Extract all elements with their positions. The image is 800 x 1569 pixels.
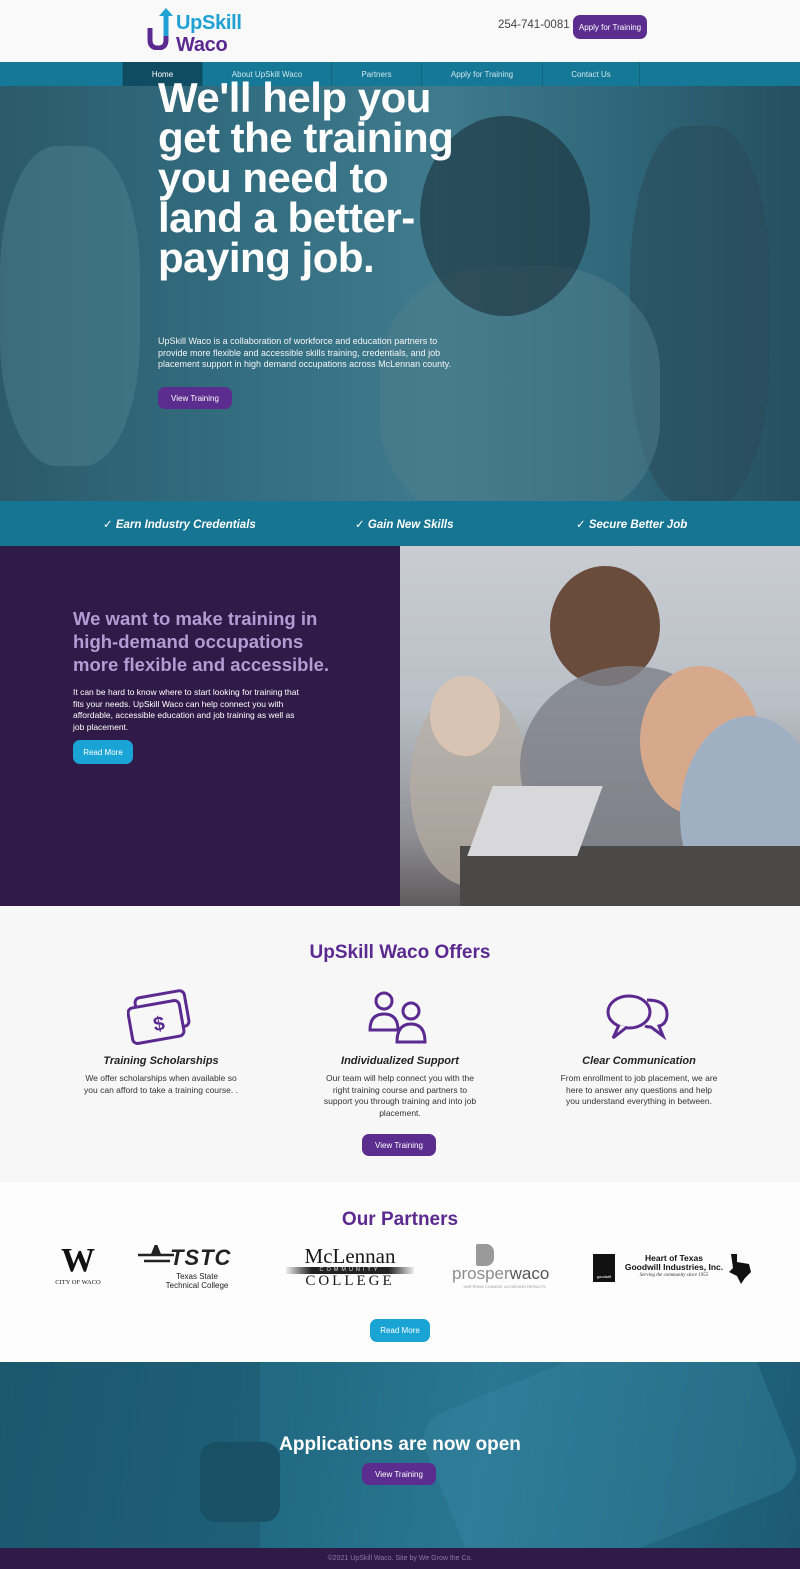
texas-map-icon xyxy=(729,1254,751,1284)
partner-logo-goodwill[interactable]: goodwill Heart of Texas Goodwill Industr… xyxy=(593,1252,753,1288)
logo-text-upskill: UpSkill xyxy=(176,12,242,34)
hero-description: UpSkill Waco is a collaboration of workf… xyxy=(158,336,452,369)
goodwill-line-2: Goodwill Industries, Inc. xyxy=(624,1262,724,1272)
apply-for-training-button[interactable]: Apply for Training xyxy=(573,15,647,39)
partner-logo-city-of-waco[interactable]: W CITY OF WACO xyxy=(50,1244,106,1290)
goodwill-badge: goodwill xyxy=(593,1254,615,1282)
waco-w-mark: W xyxy=(61,1242,95,1279)
tstc-caption-2: Technical College xyxy=(165,1281,229,1290)
phone-number[interactable]: 254-741-0081 xyxy=(498,19,570,31)
footer: ©2021 UpSkill Waco. Site by We Grow the … xyxy=(0,1548,800,1569)
hero-view-training-button[interactable]: View Training xyxy=(158,387,232,409)
about-text: It can be hard to know where to start lo… xyxy=(73,687,299,732)
offer-text-scholarships: We offer scholarships when available so … xyxy=(84,1073,238,1095)
benefit-skills: ✓ Gain New Skills xyxy=(355,518,454,531)
about-title: We want to make training in high-demand … xyxy=(73,608,330,675)
nav-item-contact[interactable]: Contact Us xyxy=(542,62,640,86)
money-bills-icon: $ xyxy=(127,989,191,1045)
people-icon xyxy=(368,991,427,1044)
waco-caption: CITY OF WACO xyxy=(55,1279,101,1286)
offer-heading-communication: Clear Communication xyxy=(582,1055,696,1067)
photo-shape xyxy=(430,676,500,756)
chat-bubbles-icon xyxy=(606,994,669,1041)
partner-logo-tstc[interactable]: TSTC Texas State Technical College xyxy=(136,1241,244,1293)
about-photo xyxy=(400,546,800,906)
mclennan-college: COLLEGE xyxy=(305,1273,395,1289)
partners-read-more-button[interactable]: Read More xyxy=(370,1319,430,1342)
offer-heading-scholarships: Training Scholarships xyxy=(103,1055,219,1067)
offer-text-communication: From enrollment to job placement, we are… xyxy=(560,1073,718,1106)
partners-title: Our Partners xyxy=(341,1209,459,1230)
prosper-tagline: INSPIRING CHANGE. ACHIEVING RESULTS. xyxy=(463,1284,547,1289)
offer-heading-support: Individualized Support xyxy=(341,1055,459,1067)
tstc-mark: TSTC xyxy=(170,1245,232,1270)
footer-text: ©2021 UpSkill Waco. Site by We Grow the … xyxy=(327,1555,473,1562)
cta-title: Applications are now open xyxy=(279,1434,521,1455)
prosper-word-2: waco xyxy=(509,1264,550,1283)
site-logo[interactable]: UpSkill Waco xyxy=(146,6,256,56)
hero-bg-shape xyxy=(0,146,140,466)
prosper-p-icon xyxy=(476,1244,494,1266)
logo-text-waco: Waco xyxy=(176,34,228,56)
goodwill-tagline: Serving the community since 1955 xyxy=(639,1273,709,1278)
offers-title: UpSkill Waco Offers xyxy=(309,942,491,963)
page: UpSkill Waco 254-741-0081 Apply for Trai… xyxy=(0,0,800,1569)
partner-logo-prosper-waco[interactable]: prosperwaco INSPIRING CHANGE. ACHIEVING … xyxy=(450,1244,560,1292)
about-read-more-button[interactable]: Read More xyxy=(73,740,133,764)
tstc-caption-1: Texas State xyxy=(176,1272,218,1281)
offers-view-training-button[interactable]: View Training xyxy=(362,1134,436,1156)
up-arrow-u-icon xyxy=(147,8,173,50)
prosper-word: prosperwaco xyxy=(452,1264,549,1284)
hero-title: We'll help you get the training you need… xyxy=(158,74,454,281)
cta-view-training-button[interactable]: View Training xyxy=(362,1463,436,1485)
prosper-word-1: prosper xyxy=(452,1264,510,1283)
offer-text-support: Our team will help connect you with the … xyxy=(323,1073,477,1118)
mclennan-name: McLennan xyxy=(304,1244,396,1268)
top-header: UpSkill Waco 254-741-0081 Apply for Trai… xyxy=(0,0,800,62)
benefits-bar: ✓ Earn Industry Credentials ✓ Gain New S… xyxy=(0,501,800,546)
partner-logo-mclennan[interactable]: McLennan COMMUNITY COLLEGE xyxy=(280,1245,420,1293)
benefit-job: ✓ Secure Better Job xyxy=(576,518,688,531)
benefit-credentials: ✓ Earn Industry Credentials xyxy=(103,518,256,531)
